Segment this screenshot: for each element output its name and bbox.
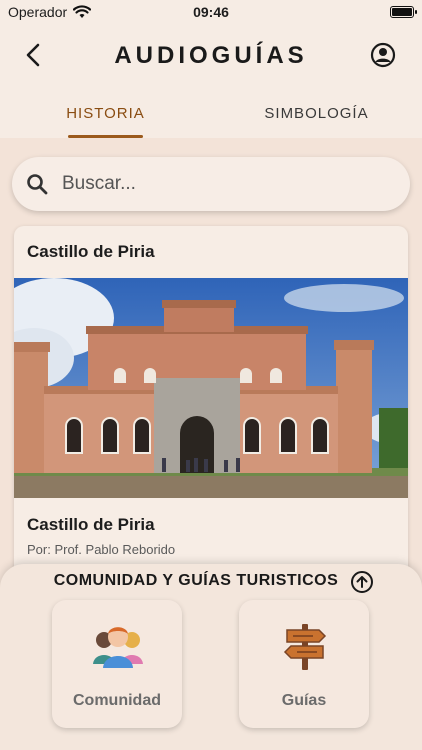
wifi-icon bbox=[73, 5, 92, 18]
app-header: AUDIOGUÍAS bbox=[0, 24, 422, 88]
search-icon bbox=[27, 174, 48, 195]
arrow-up-circle-icon[interactable] bbox=[350, 570, 374, 594]
status-left: Operador bbox=[8, 4, 92, 20]
search-bar[interactable] bbox=[12, 157, 410, 211]
battery-icon bbox=[390, 6, 417, 18]
card-author: Por: Prof. Pablo Reborido bbox=[27, 542, 176, 557]
tab-simbologia[interactable]: SIMBOLOGÍA bbox=[211, 88, 422, 138]
tab-historia[interactable]: HISTORIA bbox=[0, 88, 211, 138]
user-account-icon bbox=[370, 42, 396, 68]
carrier-label: Operador bbox=[8, 4, 68, 20]
chevron-left-icon bbox=[26, 43, 40, 67]
search-input[interactable] bbox=[62, 173, 382, 195]
guides-label: Guías bbox=[281, 692, 327, 709]
castle-image bbox=[14, 278, 408, 498]
back-button[interactable] bbox=[18, 40, 48, 70]
signpost-icon bbox=[283, 624, 327, 670]
card-title: Castillo de Piria bbox=[27, 515, 155, 534]
tab-bar: HISTORIA SIMBOLOGÍA bbox=[0, 88, 422, 138]
community-icon bbox=[93, 627, 143, 668]
card-header-title: Castillo de Piria bbox=[27, 242, 155, 261]
audioguide-card[interactable]: Castillo de Piria Castillo de Piria Por:… bbox=[14, 226, 408, 586]
guides-tile[interactable]: Guías bbox=[239, 600, 369, 728]
profile-button[interactable] bbox=[368, 40, 398, 70]
community-guides-sheet: COMUNIDAD Y GUÍAS TURISTICOS Comunidad G… bbox=[0, 564, 422, 750]
community-tile[interactable]: Comunidad bbox=[52, 600, 182, 728]
page-title: AUDIOGUÍAS bbox=[114, 42, 308, 69]
community-label: Comunidad bbox=[73, 692, 161, 709]
status-bar: Operador 09:46 bbox=[0, 0, 422, 24]
